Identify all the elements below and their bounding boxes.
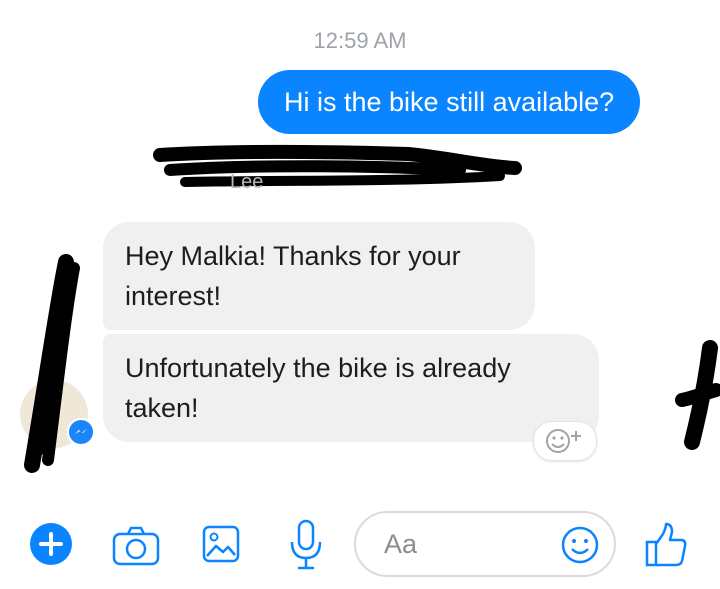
camera-icon <box>112 526 160 566</box>
outgoing-message-bubble[interactable]: Hi is the bike still available? <box>258 70 641 134</box>
redaction-mark <box>675 340 720 450</box>
voice-button[interactable] <box>288 518 324 572</box>
redaction-mark: Lee <box>153 144 522 193</box>
image-icon <box>202 525 240 563</box>
message-input[interactable]: Aa <box>354 511 616 577</box>
messenger-icon <box>67 418 95 446</box>
add-reaction-icon <box>546 429 581 453</box>
redaction-mark <box>24 254 80 473</box>
add-reaction-button[interactable] <box>533 421 597 461</box>
like-button[interactable] <box>644 522 688 568</box>
incoming-message-bubble[interactable]: Hey Malkia! Thanks for your interest! <box>103 222 535 330</box>
message-timestamp: 12:59 AM <box>313 28 407 53</box>
plus-icon <box>30 523 72 565</box>
gallery-button[interactable] <box>201 524 241 564</box>
thumbs-up-icon <box>645 522 687 567</box>
microphone-icon <box>290 519 322 570</box>
camera-button[interactable] <box>112 526 160 566</box>
incoming-message-bubble[interactable]: Unfortunately the bike is already taken! <box>103 334 599 442</box>
emoji-button[interactable] <box>560 525 600 565</box>
svg-text:Lee: Lee <box>230 171 263 193</box>
message-placeholder: Aa <box>384 529 418 559</box>
add-button[interactable] <box>30 523 72 565</box>
emoji-icon <box>561 526 599 564</box>
